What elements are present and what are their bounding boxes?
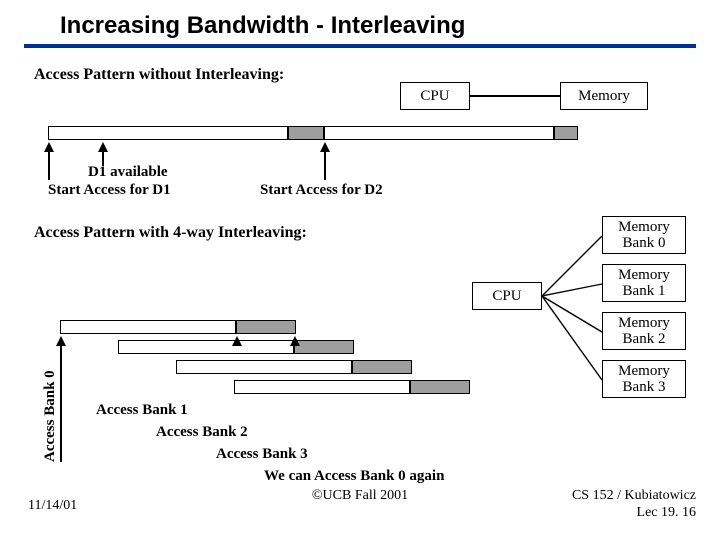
cpu-box-1: CPU [400,82,470,110]
arrow-stem-d2 [324,152,326,180]
cpu-mem-line [470,95,560,97]
bar-bank1-xfer [294,340,354,354]
arrow-start-d1 [44,142,54,152]
bar-bank0-lat [60,320,236,334]
bar-d2-transfer [554,126,578,140]
cpu-box-2: CPU [472,282,542,310]
bar-bank3-lat [234,380,410,394]
mem-bank-2-box: Memory Bank 2 [602,312,686,350]
start-d2-label: Start Access for D2 [260,182,383,199]
section2-heading: Access Pattern with 4-way Interleaving: [34,224,307,242]
d1-available-label: D1 available [88,164,168,181]
footer-course: CS 152 / Kubiatowicz [572,488,696,505]
arrow-start-d2 [320,142,330,152]
bar-bank1-lat [118,340,294,354]
bar-bank2-xfer [352,360,412,374]
start-d1-label: Start Access for D1 [48,182,171,199]
bar-d1-transfer [288,126,324,140]
arrow-stem-b0 [60,346,62,462]
access-bank-0-again-label: We can Access Bank 0 again [264,468,444,485]
mem-bank-1-box: Memory Bank 1 [602,264,686,302]
bar-bank0-xfer [236,320,296,334]
bar-d2-latency [324,126,554,140]
access-bank-0-vlabel: Access Bank 0 [42,370,59,462]
bar-bank2-lat [176,360,352,374]
arrow-b0-b [290,336,300,346]
footer-lecnum: Lec 19. 16 [572,505,696,522]
access-bank-1-label: Access Bank 1 [96,402,188,419]
mem-bank-0-box: Memory Bank 0 [602,216,686,254]
memory-box-1: Memory [560,82,648,110]
access-bank-2-label: Access Bank 2 [156,424,248,441]
access-bank-3-label: Access Bank 3 [216,446,308,463]
title-underline [24,44,696,48]
section1-heading: Access Pattern without Interleaving: [34,66,284,84]
arrow-b0-start [56,336,66,346]
mem-bank-3-box: Memory Bank 3 [602,360,686,398]
arrow-d1-available [98,142,108,152]
arrow-stem-d1 [48,152,50,180]
cpu-bank-lines [542,232,604,400]
slide-title: Increasing Bandwidth - Interleaving [0,0,720,44]
bar-d1-latency [48,126,288,140]
arrow-b0-a [232,336,242,346]
bar-bank3-xfer [410,380,470,394]
